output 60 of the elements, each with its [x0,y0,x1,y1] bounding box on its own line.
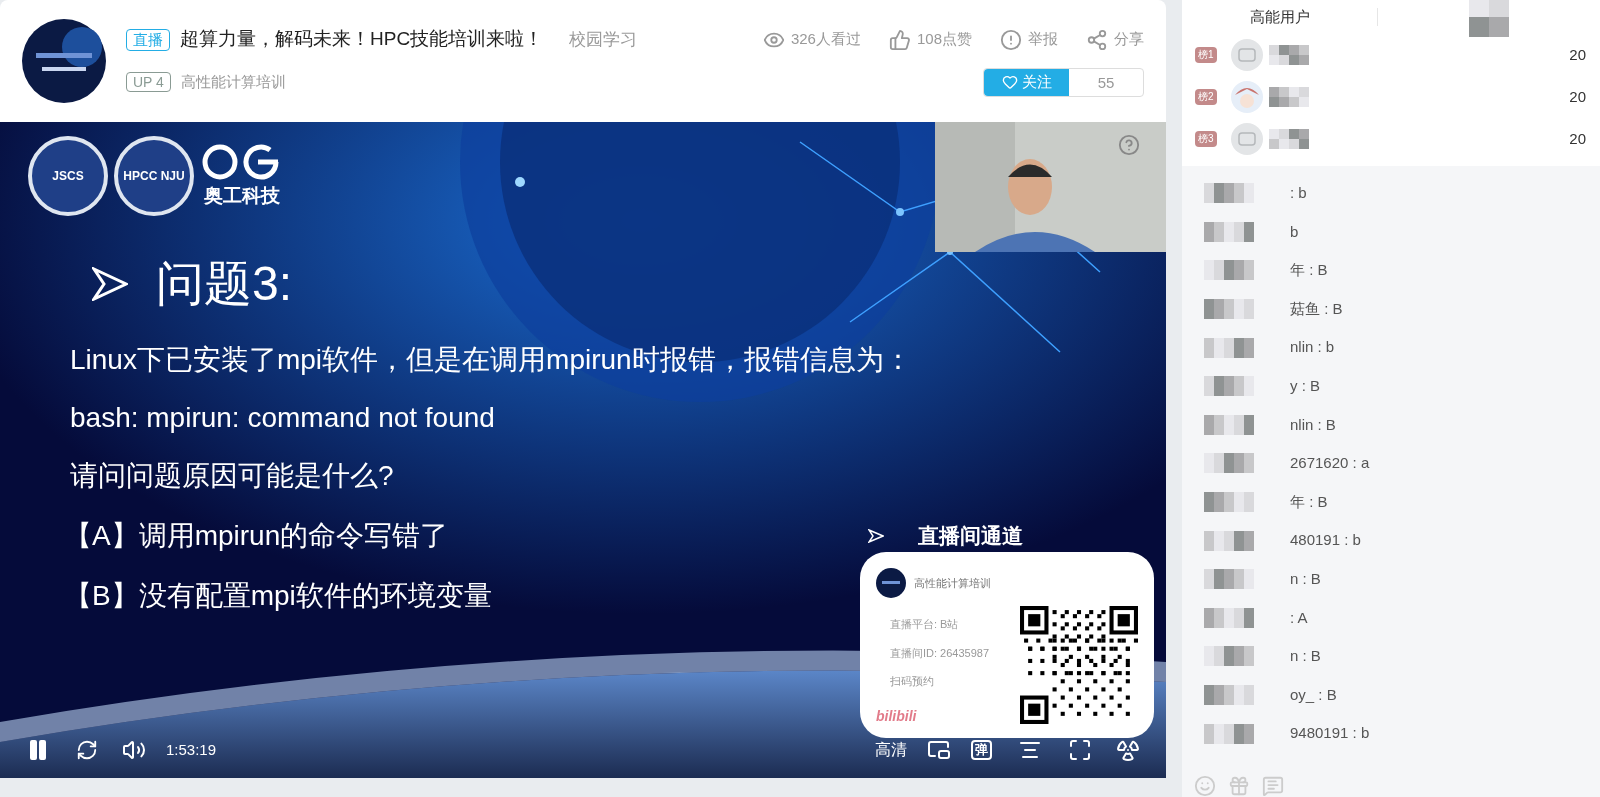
follower-count: 55 [1096,72,1116,93]
pixelated-name [1204,453,1254,474]
pixelated-name [1268,45,1309,65]
avatar-icon [1230,39,1263,71]
pixelated-name [1204,414,1254,435]
stream-title: 超算力量，解码未来！HPC技能培训来啦！ [180,27,544,52]
avatar-icon [1230,123,1263,155]
rank-badge: 榜1 [1195,47,1217,63]
chat-message: 菇鱼 : B [1290,298,1343,319]
pixelated-name [1204,685,1254,705]
chat-message: 2671620 : a [1290,453,1370,474]
chat-message: b [1290,221,1299,242]
rank-badge: 榜3 [1195,131,1217,147]
chat-message: nlin : B [1290,414,1336,435]
score: 20 [1569,86,1586,107]
pixelated-name [1204,607,1254,628]
pixelated-name [1204,646,1254,667]
follow-control[interactable]: 关注 55 [983,67,1144,97]
chat-message: 9480191 : b [1290,723,1370,744]
heart-icon [1001,74,1018,91]
pixelated-name [1204,183,1254,204]
pixelated-name [1204,299,1254,320]
chat-message: : A [1290,607,1308,628]
chat-message: 年 : B [1290,260,1328,281]
rank-badge: 榜2 [1195,89,1217,105]
pixelated-name [1204,376,1254,397]
pixelated-name [1204,260,1254,281]
category-link[interactable]: 校园学习 [569,26,638,53]
alert-icon [1000,28,1022,51]
chat-message: : b [1290,183,1307,204]
chat-message: n : B [1290,569,1321,589]
stat-text[interactable]: 分享 [1114,28,1144,51]
channel-name[interactable]: 高性能计算培训 [180,71,286,94]
pixelated-name [1204,723,1254,744]
chat-message: n : B [1290,646,1321,667]
score: 20 [1569,44,1586,65]
pixelated-name [1268,87,1309,107]
score: 20 [1569,128,1586,149]
pixelated-name [1204,337,1254,358]
stat-text[interactable]: 举报 [1028,28,1058,51]
pixelated-name [1204,492,1254,513]
chat-message: nlin : b [1290,337,1335,358]
pixelated-name [1204,530,1254,551]
live-badge: 直播 [126,28,170,51]
tab[interactable]: 高能用户 [1182,8,1378,26]
stat-text: 108点赞 [916,29,972,50]
stat-text: 326人看过 [790,29,861,50]
share-icon [1086,28,1108,51]
avatar-icon [1230,81,1263,113]
chat-message: oy_ : B [1290,684,1337,705]
pixelated-name [1469,0,1509,37]
level-badge: UP 4 [126,72,171,93]
chat-message: 480191 : b [1290,530,1361,551]
chat-message: 年 : B [1290,491,1328,512]
thumbs-up-icon [888,28,911,51]
pixelated-name [1204,569,1254,590]
pixelated-name [1204,221,1254,242]
follow-button[interactable]: 关注 [984,68,1069,96]
chat-message: y : B [1290,376,1320,396]
pixelated-name [1268,129,1309,149]
